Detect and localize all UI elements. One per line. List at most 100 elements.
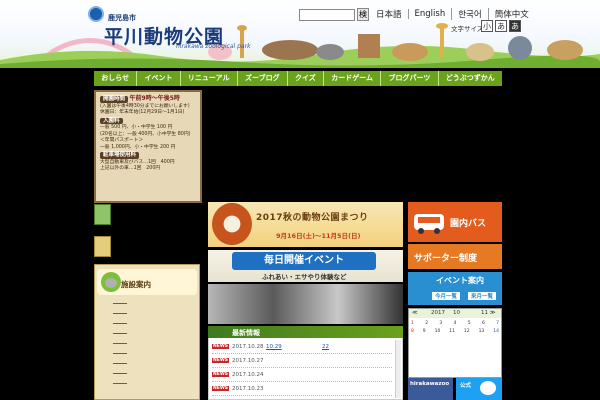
font-size-medium-button[interactable]: あ <box>495 20 507 32</box>
facility-link[interactable] <box>113 353 127 354</box>
festival-date: 9月16日(土)〜11月5日(日) <box>276 232 361 240</box>
calendar-header: ≪ 2017 10 11 ≫ <box>409 309 501 318</box>
lang-chinese[interactable]: 簡体中文 <box>487 8 535 20</box>
font-size-large-button[interactable]: あ <box>509 20 521 32</box>
event-this-month-button[interactable]: 今月一覧 <box>432 292 461 300</box>
park-title-en: hirakawa zoological park <box>176 43 251 50</box>
news-date: 2017.10.28 <box>232 344 264 350</box>
city-logo-icon[interactable] <box>88 6 104 22</box>
news-badge: NEWS <box>212 344 230 349</box>
search-button[interactable]: 検 <box>357 8 369 21</box>
event-next-month-button[interactable]: 来月一覧 <box>468 292 497 300</box>
calendar-day[interactable]: 3 <box>439 321 442 327</box>
nav-zoo-blog[interactable]: ズーブログ <box>238 71 288 86</box>
calendar-day[interactable]: 10 <box>435 329 441 335</box>
nav-quiz[interactable]: クイズ <box>288 71 325 86</box>
facility-title: 施設案内 <box>121 280 151 289</box>
calendar-day[interactable]: 11 <box>449 329 455 335</box>
calendar-day[interactable]: 1 <box>411 321 414 327</box>
page: 鹿児島市 平川動物公園 hirakawa zoological park 検 日… <box>0 0 600 400</box>
parking-other: 上記以外の車…1回 200円 <box>100 166 161 171</box>
barrier-free-link[interactable] <box>113 210 114 215</box>
nav-news[interactable]: おしらせ <box>94 71 138 86</box>
event-calendar: ≪ 2017 10 11 ≫ 1 2 3 4 5 6 7 8 9 10 11 1… <box>408 308 502 378</box>
fee-tag: 入園料 <box>100 117 123 124</box>
facility-link[interactable] <box>113 303 127 304</box>
closed-days: 休園日：年末年始(12月29日〜1月1日) <box>100 110 185 115</box>
news-scrollbar[interactable] <box>395 340 401 398</box>
news-date: 2017.10.27 <box>232 358 264 364</box>
news-row[interactable]: NEWS 2017.10.24 <box>212 370 392 382</box>
calendar-day[interactable]: 12 <box>464 329 470 335</box>
facebook-label: hirakawazoo <box>410 381 450 387</box>
news-badge: NEWS <box>212 358 230 363</box>
nav-blog-parts[interactable]: ブログパーツ <box>381 71 439 86</box>
parking-tag: 駐車場使用料 <box>100 152 140 159</box>
calendar-prev-button[interactable]: ≪ <box>412 309 418 318</box>
white-tiger-banner[interactable] <box>208 284 403 324</box>
facility-link[interactable] <box>113 313 127 314</box>
calendar-day[interactable]: 14 <box>493 329 499 335</box>
festival-title: 2017秋の動物公園まつり <box>256 213 369 223</box>
calendar-week-row: 8 9 10 11 12 13 14 <box>411 329 499 335</box>
facility-link[interactable] <box>113 363 127 364</box>
bus-icon <box>414 214 444 234</box>
twitter-bird-icon <box>480 381 496 395</box>
main-nav: おしらせ イベント リニューアル ズーブログ クイズ カードゲーム ブログパーツ… <box>94 71 502 86</box>
news-badge: NEWS <box>212 386 230 391</box>
nav-events[interactable]: イベント <box>137 71 181 86</box>
nav-animal-encyclopedia[interactable]: どうぶつずかん <box>439 71 502 86</box>
park-bus-button[interactable]: 園内バス <box>408 202 502 242</box>
event-guide-panel: イベント案内 今月一覧 来月一覧 <box>408 272 502 305</box>
news-badge: NEWS <box>212 372 230 377</box>
supporter-label: サポーター制度 <box>414 254 478 264</box>
event-guide-label: イベント案内 <box>436 276 484 285</box>
facility-link[interactable] <box>113 333 127 334</box>
calendar-day[interactable]: 13 <box>479 329 485 335</box>
facility-link[interactable] <box>113 373 127 374</box>
wheelchair-icon[interactable] <box>94 204 111 225</box>
twitter-label: 公式 <box>460 383 472 389</box>
news-date: 2017.10.24 <box>232 372 264 378</box>
park-info-box: 開園時間 午前9時〜午後5時 (入園は午後4時30分までにお願いします) 休園日… <box>94 90 202 203</box>
hours-value: 午前9時〜午後5時 <box>129 95 180 102</box>
red-panda-image <box>212 203 252 245</box>
elephant-icon <box>101 272 121 292</box>
nav-card-game[interactable]: カードゲーム <box>324 71 382 86</box>
daily-event-title: 毎日開催イベント <box>232 252 376 270</box>
lang-japanese[interactable]: 日本語 <box>370 8 408 20</box>
search-input[interactable] <box>299 9 355 21</box>
facility-link[interactable] <box>113 343 127 344</box>
news-title[interactable]: 10.29 <box>266 344 282 350</box>
header: 鹿児島市 平川動物公園 hirakawa zoological park 検 日… <box>0 0 600 68</box>
access-link[interactable] <box>113 242 114 247</box>
facility-link[interactable] <box>113 323 127 324</box>
calendar-day[interactable]: 5 <box>468 321 471 327</box>
news-row[interactable]: NEWS 2017.10.27 <box>212 356 392 368</box>
news-row[interactable]: NEWS 2017.10.23 <box>212 384 392 396</box>
calendar-day[interactable]: 8 <box>411 329 414 335</box>
nav-renewal[interactable]: リニューアル <box>181 71 238 86</box>
park-bus-label: 園内バス <box>450 219 487 229</box>
lang-korean[interactable]: 한국어 <box>451 8 487 20</box>
calendar-day[interactable]: 7 <box>496 321 499 327</box>
hours-tag: 開園時間 <box>100 96 129 103</box>
facility-link[interactable] <box>113 383 127 384</box>
font-size-small-button[interactable]: 小 <box>481 20 493 32</box>
facility-panel: 施設案内 <box>94 264 200 400</box>
news-row[interactable]: NEWS 2017.10.28 10.29 22 <box>212 342 392 354</box>
supporter-button[interactable]: サポーター制度 <box>408 244 502 269</box>
calendar-day[interactable]: 9 <box>423 329 426 335</box>
facebook-link[interactable]: hirakawazoo <box>408 378 453 400</box>
calendar-next-button[interactable]: 11 ≫ <box>481 309 496 318</box>
calendar-year: 2017 <box>431 310 445 316</box>
font-size-label: 文字サイズ <box>451 25 484 33</box>
lang-english[interactable]: English <box>407 9 452 19</box>
bus-icon[interactable] <box>94 236 111 257</box>
twitter-link[interactable]: 公式 <box>456 378 502 400</box>
calendar-day[interactable]: 2 <box>425 321 428 327</box>
daily-event-sub: ふれあい・エサやり体験など <box>262 273 347 281</box>
news-extra[interactable]: 22 <box>322 344 329 350</box>
calendar-day[interactable]: 6 <box>482 321 485 327</box>
calendar-day[interactable]: 4 <box>454 321 457 327</box>
